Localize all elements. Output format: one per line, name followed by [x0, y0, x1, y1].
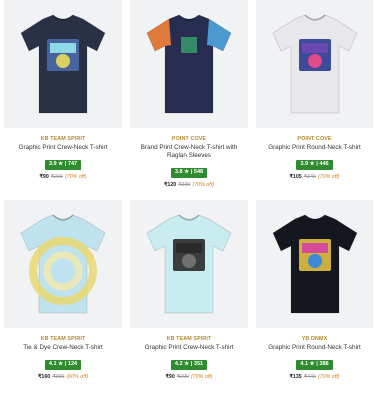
rating-badge: 3.9 ★ | 446 — [296, 159, 333, 170]
tshirt-icon — [146, 214, 232, 314]
product-image[interactable] — [130, 200, 248, 328]
product-brand[interactable]: KB TEAM SPIRIT — [0, 136, 126, 143]
product-card[interactable]: POINT COVE Graphic Print Round-Neck T-sh… — [252, 0, 377, 200]
product-image[interactable] — [4, 200, 122, 328]
discount-label: (70% off) — [64, 174, 87, 180]
tshirt-icon — [20, 214, 106, 314]
mrp-price: ₹399 — [52, 374, 65, 380]
selling-price: ₹120 — [164, 182, 177, 188]
product-price: ₹160 ₹399 (60% off) — [0, 374, 126, 381]
product-card[interactable]: KB TEAM SPIRIT Graphic Print Crew-Neck T… — [0, 0, 126, 200]
selling-price: ₹90 — [39, 174, 49, 180]
product-image[interactable] — [4, 0, 122, 128]
product-name[interactable]: Tie & Dye Crew-Neck T-shirt — [0, 344, 126, 352]
tshirt-icon — [20, 14, 106, 114]
product-name[interactable]: Graphic Print Crew-Neck T-shirt — [0, 144, 126, 152]
product-brand[interactable]: POINT COVE — [126, 136, 252, 143]
rating-badge: 4.2 ★ | 351 — [170, 359, 208, 370]
rating-badge: 3.8 ★ | 548 — [170, 167, 208, 178]
tshirt-icon — [271, 214, 358, 314]
discount-label: (70% off) — [317, 174, 340, 180]
product-name[interactable]: Graphic Print Round-Neck T-shirt — [252, 344, 377, 352]
product-brand[interactable]: POINT COVE — [252, 136, 377, 143]
product-grid: KB TEAM SPIRIT Graphic Print Crew-Neck T… — [0, 0, 377, 400]
product-name[interactable]: Graphic Print Round-Neck T-shirt — [252, 144, 377, 152]
mrp-price: ₹349 — [303, 174, 316, 180]
discount-label: (60% off) — [66, 374, 88, 380]
product-price: ₹90 ₹299 (70% off) — [126, 374, 252, 381]
selling-price: ₹160 — [38, 374, 51, 380]
product-price: ₹105 ₹349 (70% off) — [252, 174, 377, 181]
product-image[interactable] — [256, 0, 373, 128]
product-brand[interactable]: YB DNMX — [252, 336, 377, 343]
tshirt-icon — [146, 14, 232, 114]
discount-label: (70% off) — [192, 182, 214, 188]
product-image[interactable] — [130, 0, 248, 128]
product-card[interactable]: KB TEAM SPIRIT Tie & Dye Crew-Neck T-shi… — [0, 200, 126, 400]
product-image[interactable] — [256, 200, 373, 328]
mrp-price: ₹449 — [303, 374, 316, 380]
rating-badge: 4.1 ★ | 388 — [296, 359, 333, 370]
selling-price: ₹90 — [165, 374, 175, 380]
product-price: ₹120 ₹399 (70% off) — [126, 182, 252, 189]
product-card[interactable]: YB DNMX Graphic Print Round-Neck T-shirt… — [252, 200, 377, 400]
mrp-price: ₹299 — [176, 374, 189, 380]
discount-label: (70% off) — [317, 374, 340, 380]
product-price: ₹90 ₹299 (70% off) — [0, 174, 126, 181]
product-brand[interactable]: KB TEAM SPIRIT — [126, 336, 252, 343]
tshirt-icon — [271, 14, 358, 114]
selling-price: ₹135 — [289, 374, 302, 380]
selling-price: ₹105 — [289, 174, 302, 180]
product-name[interactable]: Brand Print Crew-Neck T-shirt with Ragla… — [126, 144, 252, 160]
product-card[interactable]: POINT COVE Brand Print Crew-Neck T-shirt… — [126, 0, 252, 200]
product-name[interactable]: Graphic Print Crew-Neck T-shirt — [126, 344, 252, 352]
rating-badge: 4.1 ★ | 124 — [44, 359, 82, 370]
mrp-price: ₹299 — [50, 174, 63, 180]
product-brand[interactable]: KB TEAM SPIRIT — [0, 336, 126, 343]
mrp-price: ₹399 — [178, 182, 191, 188]
product-card[interactable]: KB TEAM SPIRIT Graphic Print Crew-Neck T… — [126, 200, 252, 400]
discount-label: (70% off) — [190, 374, 213, 380]
product-price: ₹135 ₹449 (70% off) — [252, 374, 377, 381]
rating-badge: 3.9 ★ | 747 — [44, 159, 82, 170]
